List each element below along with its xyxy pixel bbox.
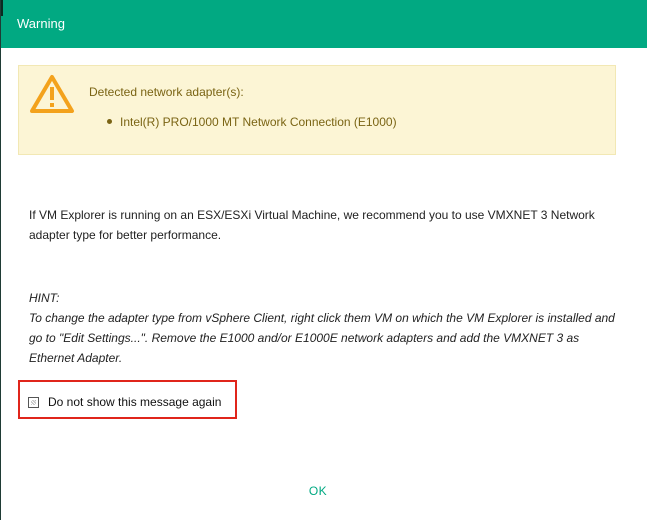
dialog-titlebar: Warning: [1, 0, 647, 48]
warning-dialog: Warning Detected network adapter(s): Int…: [0, 0, 647, 520]
dont-show-again-label[interactable]: Do not show this message again: [48, 394, 221, 410]
adapter-name: Intel(R) PRO/1000 MT Network Connection …: [120, 115, 397, 129]
hint-block: HINT: To change the adapter type from vS…: [29, 288, 619, 368]
hint-title: HINT:: [29, 291, 60, 305]
dont-show-again-checkbox[interactable]: [28, 396, 39, 408]
dont-show-again-highlight: Do not show this message again: [18, 380, 237, 419]
recommendation-text: If VM Explorer is running on an ESX/ESXi…: [29, 208, 595, 242]
bullet-icon: [107, 119, 112, 125]
warning-alert-box: Detected network adapter(s): Intel(R) PR…: [18, 65, 616, 155]
detected-adapters-heading: Detected network adapter(s):: [89, 85, 244, 99]
hint-body: To change the adapter type from vSphere …: [29, 311, 615, 365]
adapter-list-item: Intel(R) PRO/1000 MT Network Connection …: [107, 114, 397, 130]
warning-triangle-icon: [30, 75, 74, 113]
dialog-title: Warning: [17, 16, 65, 31]
dont-show-again-option[interactable]: Do not show this message again: [28, 394, 221, 410]
ok-button[interactable]: OK: [298, 481, 338, 501]
titlebar-edge: [1, 0, 3, 16]
